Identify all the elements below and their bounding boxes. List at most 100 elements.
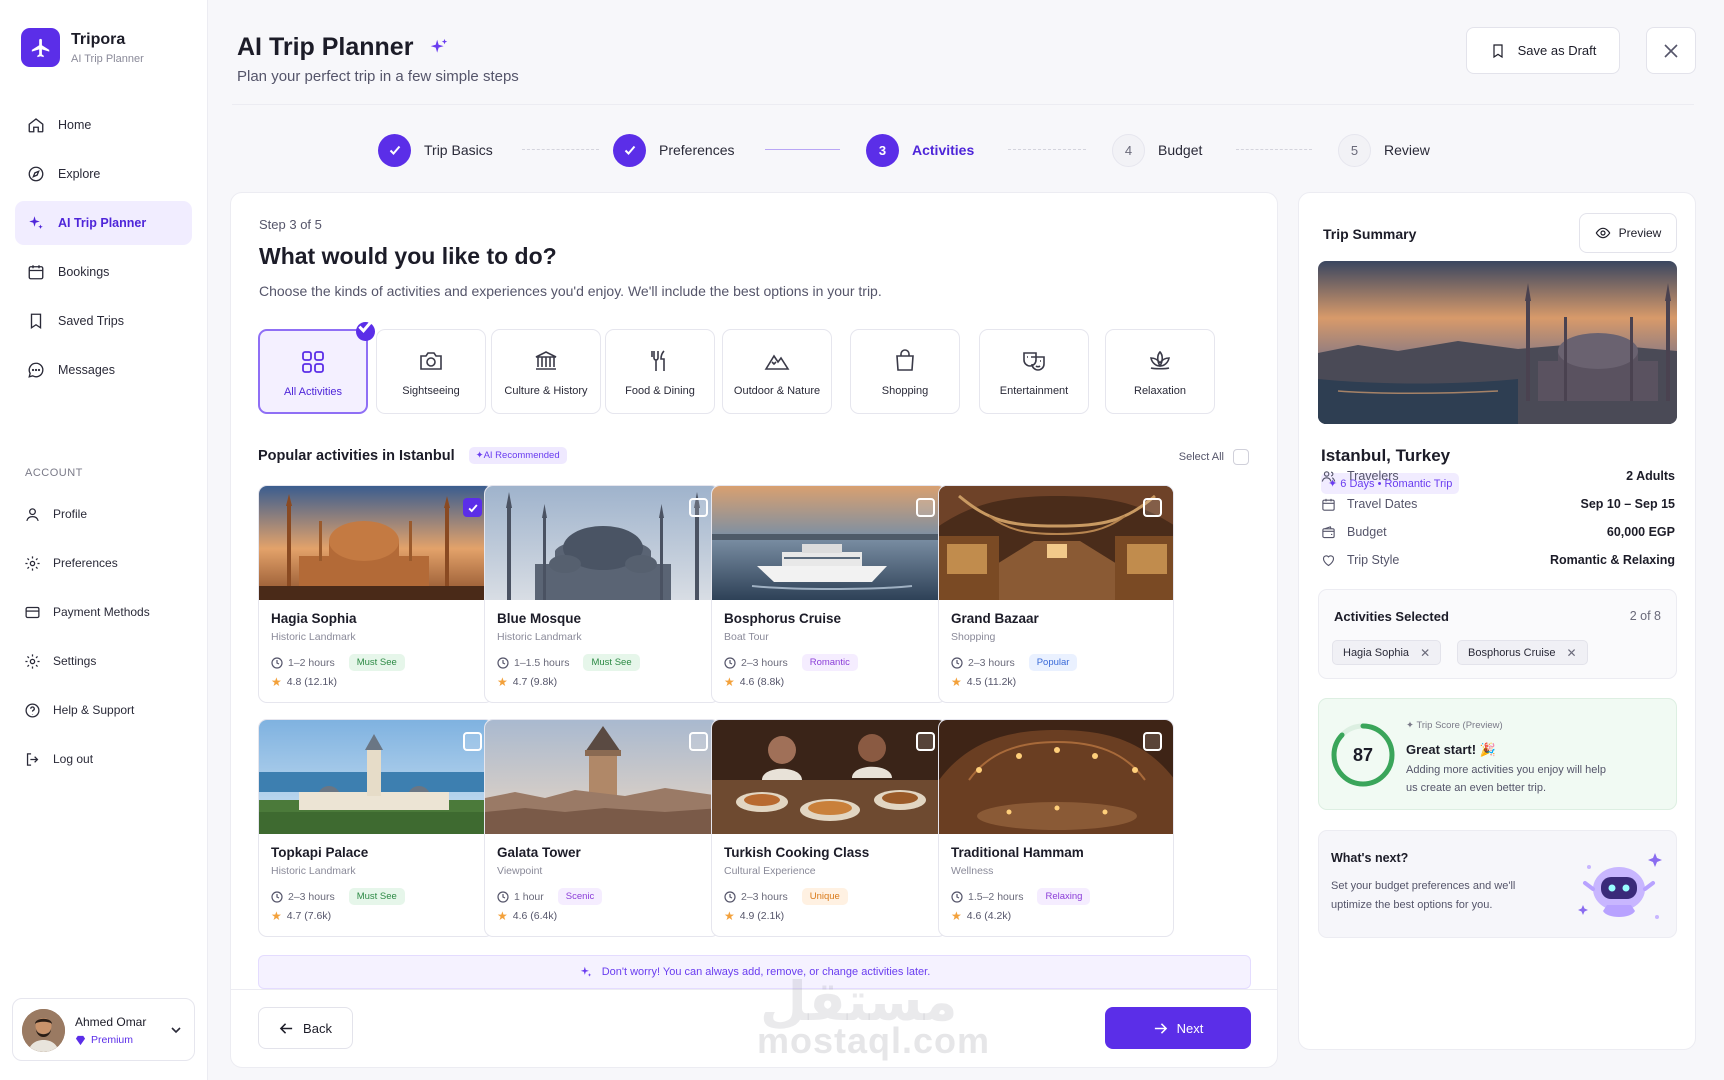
summary-value: Sep 10 – Sep 15 bbox=[1580, 497, 1675, 511]
activity-card-bosphorus-cruise[interactable]: Bosphorus Cruise Boat Tour 2–3 hours Rom… bbox=[711, 485, 947, 703]
nav-label: Payment Methods bbox=[53, 605, 150, 619]
bookmark-icon bbox=[1493, 43, 1503, 58]
activity-card-traditional-hammam[interactable]: Traditional Hammam Wellness 1.5–2 hours … bbox=[938, 719, 1174, 937]
step-review[interactable]: 5 Review bbox=[1338, 133, 1430, 167]
activity-tag: Popular bbox=[1028, 654, 1078, 671]
wallet-icon bbox=[1322, 525, 1335, 538]
chevron-down-icon[interactable] bbox=[169, 1023, 183, 1037]
remove-chip-icon[interactable]: ✕ bbox=[1566, 646, 1576, 660]
activity-duration: 2–3 hours Unique bbox=[724, 888, 848, 905]
nav-settings[interactable]: Settings bbox=[15, 641, 192, 681]
app-logo[interactable] bbox=[21, 28, 60, 67]
sparkle-icon bbox=[29, 216, 43, 229]
activity-type: Shopping bbox=[951, 631, 996, 643]
activity-checkbox[interactable] bbox=[1143, 732, 1162, 751]
category-food-dining[interactable]: Food & Dining bbox=[605, 329, 715, 414]
nav-messages[interactable]: Messages bbox=[15, 348, 192, 392]
close-icon bbox=[1664, 43, 1678, 58]
theater-masks-icon bbox=[1023, 352, 1045, 371]
activity-checkbox[interactable] bbox=[689, 732, 708, 751]
select-all-checkbox[interactable] bbox=[1233, 449, 1249, 465]
user-card[interactable]: Ahmed Omar Premium bbox=[12, 998, 195, 1061]
summary-row-budget: Budget 60,000 EGP bbox=[1321, 522, 1675, 542]
select-all-label: Select All bbox=[1178, 451, 1224, 463]
calendar-icon bbox=[28, 265, 44, 280]
save-draft-button[interactable]: Save as Draft bbox=[1466, 27, 1620, 74]
activity-card-blue-mosque[interactable]: Blue Mosque Historic Landmark 1–1.5 hour… bbox=[484, 485, 720, 703]
score-text: Adding more activities you enjoy will he… bbox=[1406, 764, 1606, 794]
step-trip-basics[interactable]: Trip Basics bbox=[378, 133, 493, 167]
nav-saved-trips[interactable]: Saved Trips bbox=[15, 299, 192, 343]
user-icon bbox=[26, 507, 39, 521]
activity-checkbox[interactable] bbox=[1143, 498, 1162, 517]
activity-tag: Must See bbox=[348, 888, 405, 905]
clock-icon bbox=[271, 890, 283, 903]
nav-explore[interactable]: Explore bbox=[15, 152, 192, 196]
duration-text: 2–3 hours bbox=[288, 890, 335, 903]
step-preferences[interactable]: Preferences bbox=[613, 133, 734, 167]
arrow-left-icon bbox=[279, 1022, 293, 1034]
back-button[interactable]: Back bbox=[258, 1007, 353, 1049]
activity-checkbox[interactable] bbox=[689, 498, 708, 517]
category-all-activities[interactable]: All Activities bbox=[258, 320, 375, 414]
nav-bookings[interactable]: Bookings bbox=[15, 250, 192, 294]
user-plan: Premium bbox=[75, 1034, 133, 1046]
activity-card-galata-tower[interactable]: Galata Tower Viewpoint 1 hour Scenic ★ 4.… bbox=[484, 719, 720, 937]
activity-card-topkapi-palace[interactable]: Topkapi Palace Historic Landmark 2–3 hou… bbox=[258, 719, 494, 937]
info-banner: Don't worry! You can always add, remove,… bbox=[258, 955, 1251, 989]
category-label: Culture & History bbox=[504, 385, 588, 397]
category-outdoor-nature[interactable]: Outdoor & Nature bbox=[722, 329, 832, 414]
nav-payment-methods[interactable]: Payment Methods bbox=[15, 592, 192, 632]
category-culture-history[interactable]: Culture & History bbox=[491, 329, 601, 414]
nav-ai-trip-planner[interactable]: AI Trip Planner bbox=[15, 201, 192, 245]
category-entertainment[interactable]: Entertainment bbox=[979, 329, 1089, 414]
nav-profile[interactable]: Profile bbox=[15, 494, 192, 534]
chat-icon bbox=[28, 362, 44, 378]
summary-title: Trip Summary bbox=[1323, 226, 1417, 242]
category-shopping[interactable]: Shopping bbox=[850, 329, 960, 414]
nav-label: Profile bbox=[53, 507, 88, 521]
step-check-circle bbox=[613, 133, 646, 167]
remove-chip-icon[interactable]: ✕ bbox=[1420, 646, 1430, 660]
activity-title: Bosphorus Cruise bbox=[724, 611, 842, 626]
score-label: ✦ Trip Score (Preview) bbox=[1406, 720, 1503, 731]
step-number: 4 bbox=[1112, 133, 1145, 167]
nav-home[interactable]: Home bbox=[15, 103, 192, 147]
activity-title: Turkish Cooking Class bbox=[724, 845, 870, 860]
category-sightseeing[interactable]: Sightseeing bbox=[376, 329, 486, 414]
duration-text: 1–1.5 hours bbox=[514, 656, 570, 669]
calendar-icon bbox=[1322, 498, 1335, 511]
clock-icon bbox=[951, 656, 963, 669]
check-icon bbox=[358, 320, 373, 333]
robot-assistant-icon bbox=[1578, 853, 1662, 919]
summary-label: Trip Style bbox=[1347, 553, 1400, 567]
activity-checkbox[interactable] bbox=[916, 498, 935, 517]
chip-label: Bosphorus Cruise bbox=[1468, 646, 1556, 659]
question-heading: What would you like to do? bbox=[259, 243, 557, 269]
step-budget[interactable]: 4 Budget bbox=[1112, 133, 1202, 167]
preview-button[interactable]: Preview bbox=[1579, 213, 1677, 253]
popular-title: Popular activities in Istanbul bbox=[258, 447, 455, 464]
sparkle-icon bbox=[580, 966, 591, 977]
activity-tag: Scenic bbox=[557, 888, 603, 905]
app-root: Tripora AI Trip Planner Home Explore AI … bbox=[0, 0, 1724, 1080]
activity-card-hagia-sophia[interactable]: Hagia Sophia Historic Landmark 1–2 hours… bbox=[258, 485, 494, 703]
nav-log-out[interactable]: Log out bbox=[15, 739, 192, 779]
step-activities[interactable]: 3 Activities bbox=[866, 133, 974, 167]
activity-checkbox[interactable] bbox=[463, 498, 482, 517]
activity-title: Topkapi Palace bbox=[271, 845, 369, 860]
activity-checkbox[interactable] bbox=[463, 732, 482, 751]
next-button[interactable]: Next bbox=[1105, 1007, 1251, 1049]
category-relaxation[interactable]: Relaxation bbox=[1105, 329, 1215, 414]
activity-card-grand-bazaar[interactable]: Grand Bazaar Shopping 2–3 hours Popular … bbox=[938, 485, 1174, 703]
activity-card-turkish-cooking-class[interactable]: Turkish Cooking Class Cultural Experienc… bbox=[711, 719, 947, 937]
clock-icon bbox=[951, 890, 963, 903]
nav-help-support[interactable]: Help & Support bbox=[15, 690, 192, 730]
activity-checkbox[interactable] bbox=[916, 732, 935, 751]
nav-preferences[interactable]: Preferences bbox=[15, 543, 192, 583]
activity-type: Historic Landmark bbox=[497, 631, 582, 643]
close-button[interactable] bbox=[1646, 27, 1696, 74]
clock-icon bbox=[724, 890, 736, 903]
select-all[interactable]: Select All bbox=[1179, 449, 1249, 465]
diamond-icon bbox=[75, 1035, 86, 1045]
